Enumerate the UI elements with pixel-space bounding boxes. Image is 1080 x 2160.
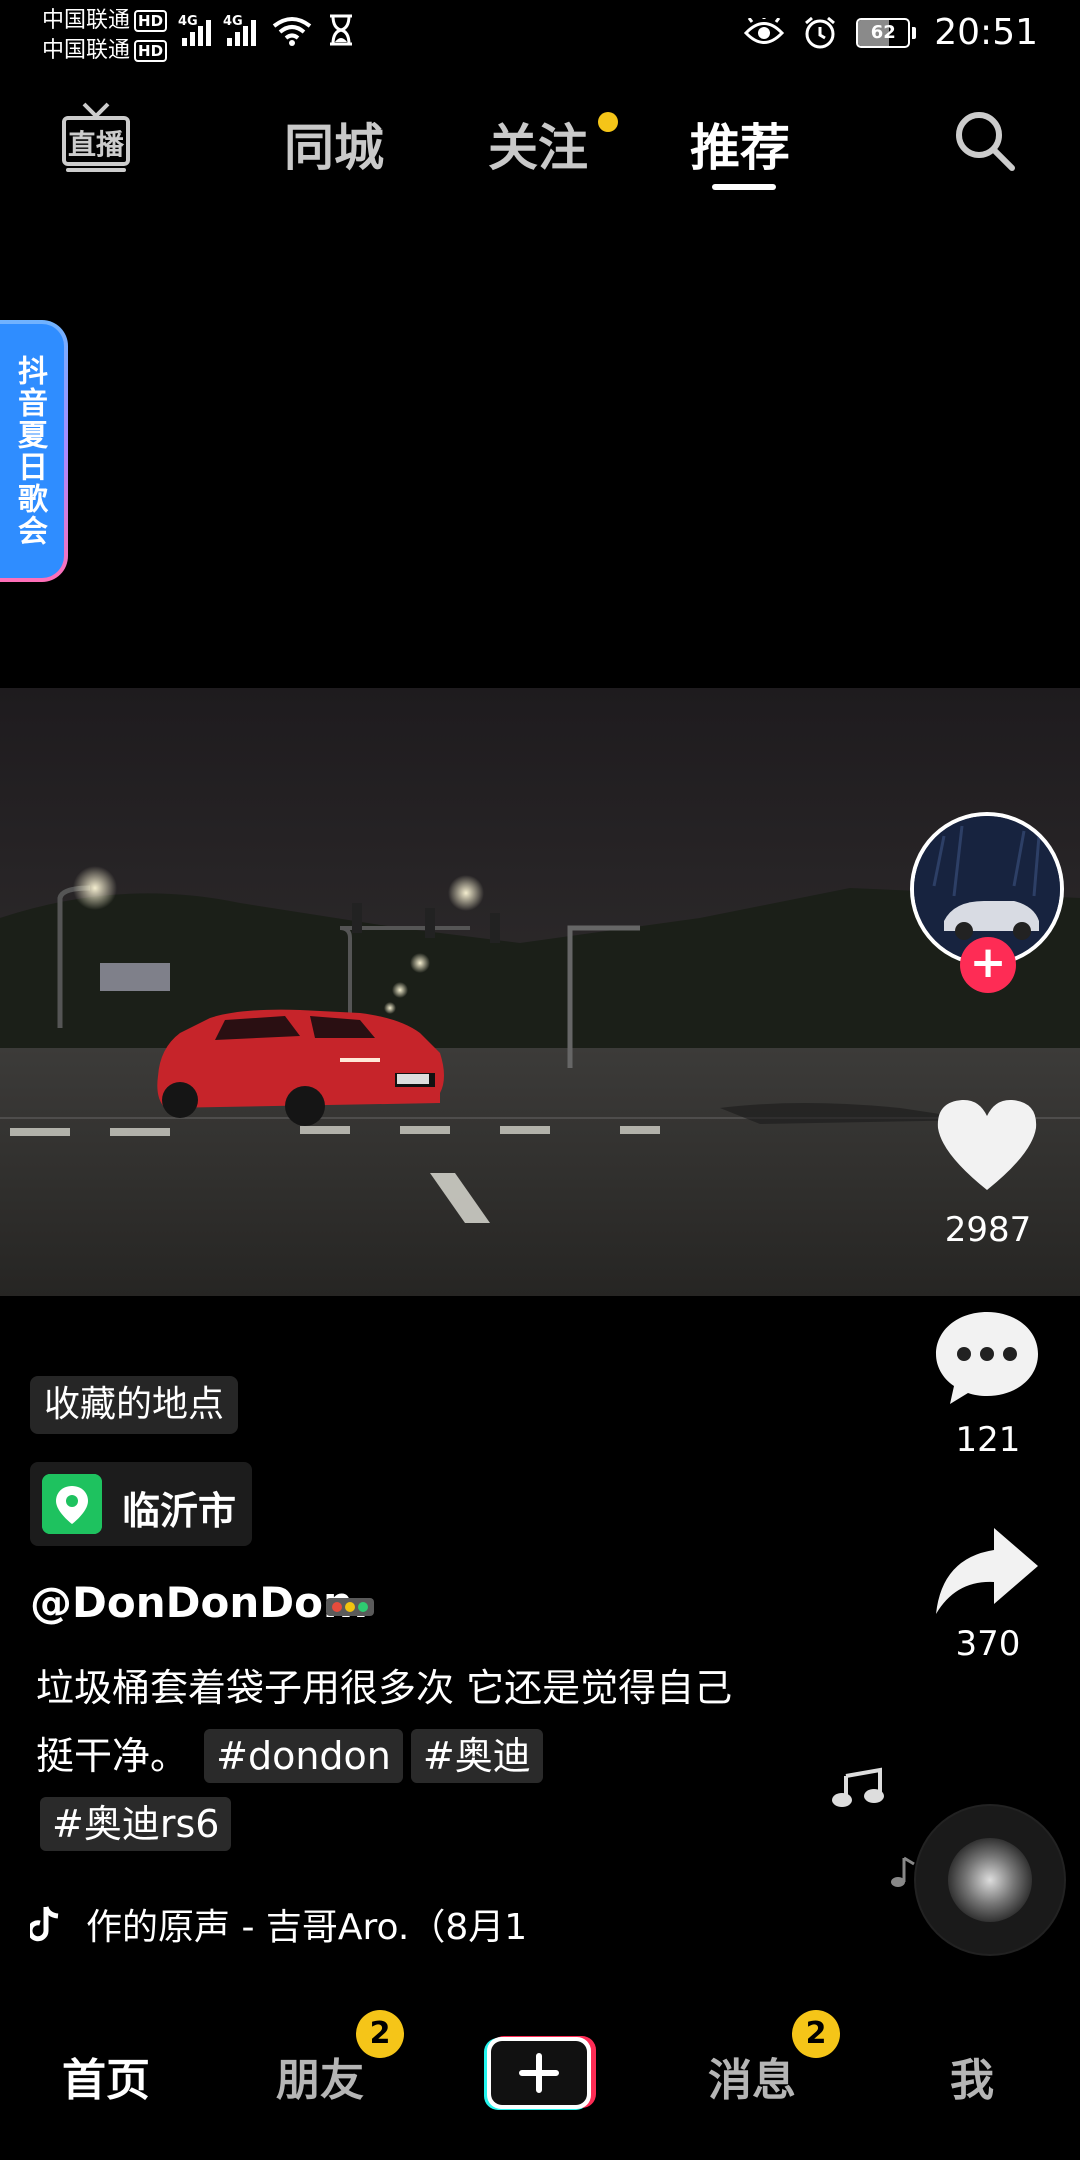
heart-icon[interactable] bbox=[934, 1096, 1040, 1194]
carrier-name-2: 中国联通 bbox=[42, 38, 131, 63]
signal-icon-2: 4G bbox=[223, 14, 256, 46]
nav-messages[interactable]: 消息 bbox=[708, 2044, 796, 2108]
eye-icon bbox=[744, 17, 785, 44]
following-new-dot bbox=[598, 112, 618, 132]
hashtag-audi-rs6[interactable]: #奥迪rs6 bbox=[40, 1797, 232, 1851]
live-icon[interactable]: 直播 bbox=[62, 102, 130, 174]
post-caption: 垃圾桶套着袋子用很多次 它还是觉得自己挺干净。 #dondon #奥迪 #奥迪rs… bbox=[36, 1654, 736, 1858]
follow-author-button[interactable]: + bbox=[960, 937, 1016, 993]
carrier-info: 中国联通 HD 中国联通 HD bbox=[42, 6, 168, 66]
music-note-small-icon bbox=[891, 1856, 915, 1887]
svg-text:直播: 直播 bbox=[68, 128, 125, 161]
active-tab-indicator bbox=[712, 184, 776, 190]
nav-me[interactable]: 我 bbox=[950, 2044, 994, 2108]
share-icon[interactable] bbox=[934, 1524, 1040, 1616]
battery-icon: 62 bbox=[856, 17, 917, 48]
comment-count: 121 bbox=[955, 1420, 1021, 1460]
hd-badge-1: HD bbox=[134, 10, 168, 32]
banner-label: 抖音夏日歌会 bbox=[12, 355, 47, 547]
author-username[interactable]: @DonDonDon. bbox=[30, 1578, 369, 1627]
saved-places-tag[interactable]: 收藏的地点 bbox=[30, 1376, 239, 1434]
comment-icon[interactable] bbox=[934, 1308, 1040, 1406]
hashtag-audi[interactable]: #奥迪 bbox=[410, 1729, 543, 1783]
hourglass-icon bbox=[330, 14, 352, 46]
tab-recommended[interactable]: 推荐 bbox=[690, 108, 790, 180]
share-count: 370 bbox=[955, 1624, 1021, 1664]
hd-badge-2: HD bbox=[134, 40, 168, 62]
tab-nearby[interactable]: 同城 bbox=[284, 108, 384, 180]
video-player[interactable] bbox=[0, 688, 1080, 1296]
create-post-button[interactable] bbox=[482, 2034, 596, 2112]
carrier-name-1: 中国联通 bbox=[42, 8, 131, 33]
signal-indicators: 4G 4G bbox=[178, 14, 354, 46]
nav-home[interactable]: 首页 bbox=[62, 2044, 150, 2108]
location-name: 临沂市 bbox=[122, 1489, 237, 1533]
status-right: 62 20:51 bbox=[744, 12, 1038, 53]
music-cover-image bbox=[948, 1838, 1032, 1922]
signal-icon-1: 4G bbox=[178, 14, 211, 46]
messages-badge: 2 bbox=[792, 2010, 840, 2058]
music-note-icon bbox=[832, 1767, 884, 1807]
summer-concert-banner[interactable]: 抖音夏日歌会 bbox=[0, 320, 68, 582]
music-title: 作的原声 - 吉哥Aro.（8月1 bbox=[86, 1907, 528, 1948]
nav-friends[interactable]: 朋友 bbox=[276, 2044, 364, 2108]
battery-percent: 62 bbox=[870, 21, 896, 43]
status-time: 20:51 bbox=[934, 12, 1038, 53]
wifi-icon bbox=[272, 17, 312, 46]
hashtag-dondon[interactable]: #dondon bbox=[204, 1729, 403, 1783]
search-icon[interactable] bbox=[952, 108, 1016, 172]
tab-following[interactable]: 关注 bbox=[488, 108, 588, 180]
traffic-light-emoji bbox=[326, 1598, 374, 1616]
music-info[interactable]: 作的原声 - 吉哥Aro.（8月1 bbox=[30, 1898, 570, 1950]
tiktok-note-icon bbox=[30, 1906, 59, 1942]
alarm-icon bbox=[805, 16, 836, 48]
friends-badge: 2 bbox=[356, 2010, 404, 2058]
location-pin-icon bbox=[42, 1474, 102, 1534]
like-count: 2987 bbox=[944, 1210, 1032, 1250]
